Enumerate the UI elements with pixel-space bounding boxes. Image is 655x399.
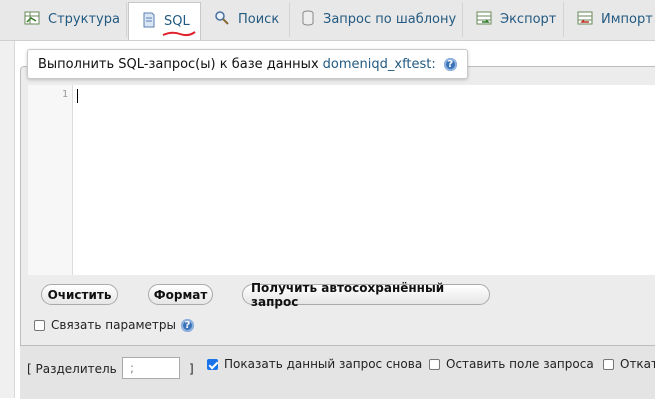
left-frame-edge — [0, 41, 15, 398]
tab-export[interactable]: Экспорт — [464, 2, 564, 37]
delimiter-input[interactable] — [122, 357, 180, 379]
line-number-gutter: 1 — [28, 85, 73, 275]
keep-query-box-label[interactable]: Оставить поле запроса — [446, 357, 594, 371]
show-query-again-checkbox[interactable] — [207, 358, 218, 370]
rollback-label[interactable]: Откат — [620, 357, 655, 371]
search-icon — [214, 10, 230, 30]
tab-label: Поиск — [238, 12, 280, 27]
legend-text: Выполнить SQL-запрос(ы) к базе данных — [38, 56, 319, 72]
help-icon[interactable]: ? — [180, 318, 194, 332]
keep-query-box-checkbox[interactable] — [429, 358, 440, 370]
bind-params-row: Связать параметры ? — [34, 318, 194, 332]
text-cursor — [77, 89, 78, 103]
tab-label: Запрос по шаблону — [323, 12, 457, 27]
tab-sql-text: SQL — [164, 14, 190, 29]
red-underline-mark — [162, 31, 196, 37]
tab-import[interactable]: Импорт — [565, 2, 655, 37]
import-icon — [577, 10, 593, 30]
tab-search[interactable]: Поиск — [202, 2, 290, 37]
export-icon — [476, 10, 492, 30]
bind-params-label[interactable]: Связать параметры — [51, 318, 176, 332]
delimiter-label: [ Разделитель — [27, 362, 117, 376]
tab-structure[interactable]: Структура — [16, 2, 127, 37]
tab-label: SQL — [162, 14, 196, 37]
bind-params-checkbox[interactable] — [34, 319, 45, 331]
autosaved-query-button[interactable]: Получить автосохранённый запрос — [242, 281, 490, 309]
tab-label: Структура — [48, 12, 120, 27]
tab-sql[interactable]: SQL — [128, 2, 201, 40]
structure-icon — [24, 10, 40, 30]
tab-label: Импорт — [601, 12, 653, 27]
clear-button[interactable]: Очистить — [41, 284, 118, 305]
sql-editor[interactable]: 1 — [28, 85, 655, 275]
tab-label: Экспорт — [500, 12, 557, 27]
query-icon — [301, 10, 315, 30]
tab-query[interactable]: Запрос по шаблону — [291, 2, 463, 37]
keep-query-row: Оставить поле запроса — [429, 357, 594, 371]
format-button[interactable]: Формат — [148, 284, 213, 305]
sql-icon — [142, 12, 156, 32]
show-query-again-label[interactable]: Показать данный запрос снова — [224, 357, 422, 371]
rollback-checkbox[interactable] — [603, 358, 614, 370]
tab-bar: Структура SQL Поиск Запрос по шаблону Эк… — [0, 0, 655, 41]
rollback-row: Откат — [603, 357, 655, 371]
delimiter-close-bracket: ] — [189, 362, 194, 376]
database-name-link[interactable]: domeniqd_xftest: — [323, 57, 436, 72]
show-query-row: Показать данный запрос снова — [207, 357, 422, 371]
help-icon[interactable]: ? — [443, 57, 457, 71]
line-number: 1 — [61, 89, 68, 100]
sql-legend: Выполнить SQL-запрос(ы) к базе данных do… — [27, 49, 468, 79]
